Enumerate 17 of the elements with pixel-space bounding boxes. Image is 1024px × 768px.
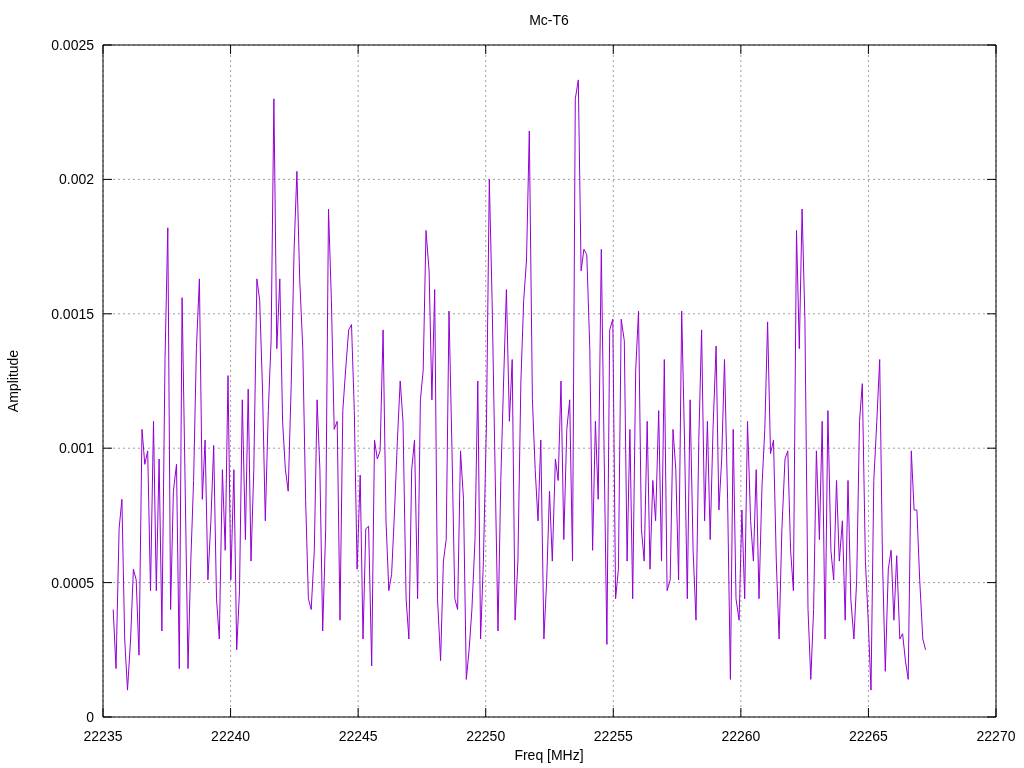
- x-tick-label: 22260: [721, 728, 761, 744]
- y-tick-label: 0: [86, 709, 94, 725]
- x-tick-label: 22250: [466, 728, 506, 744]
- x-tick-label: 22240: [211, 728, 251, 744]
- y-tick-label: 0.0005: [51, 574, 94, 591]
- y-tick-label: 0.0025: [51, 37, 94, 53]
- x-tick-label: 22245: [338, 728, 378, 744]
- y-tick-label: 0.0015: [51, 305, 94, 322]
- chart-title: Mc-T6: [529, 12, 569, 28]
- x-tick-label: 22270: [976, 728, 1016, 744]
- x-tick-label: 22255: [593, 728, 633, 744]
- y-tick-label: 0.001: [58, 440, 94, 457]
- y-tick-label: 0.002: [58, 171, 94, 188]
- x-tick-label: 22265: [848, 728, 888, 744]
- x-axis-title: Freq [MHz]: [514, 747, 584, 763]
- x-tick-label: 22235: [83, 728, 123, 744]
- y-axis-title: Amplitude: [5, 349, 21, 413]
